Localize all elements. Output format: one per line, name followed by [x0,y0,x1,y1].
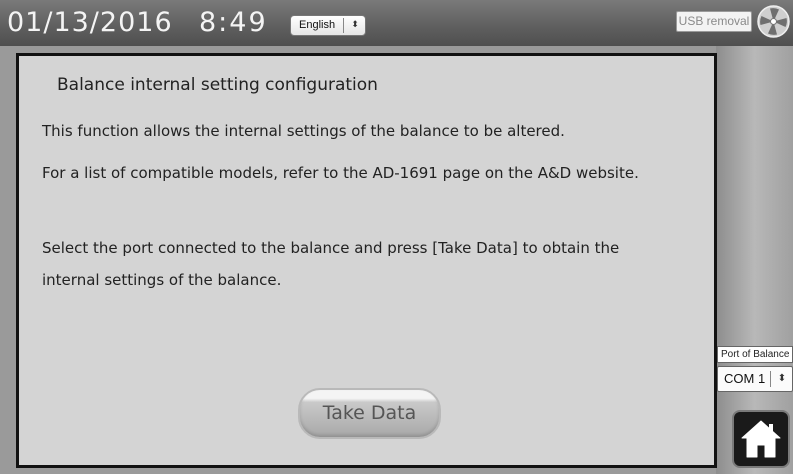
description-line-1: This function allows the internal settin… [42,122,565,140]
port-select-value: COM 1 [724,371,766,386]
language-select-value: English [299,19,336,31]
usb-removal-button[interactable]: USB removal [676,11,752,32]
description-line-2: For a list of compatible models, refer t… [42,164,639,182]
language-select[interactable]: English ⬍ [290,15,366,36]
port-select-divider [770,371,771,387]
take-data-label: Take Data [322,402,417,424]
port-select[interactable]: COM 1 ⬍ [717,366,793,392]
language-select-divider [343,18,344,33]
updown-arrows-icon: ⬍ [777,373,787,384]
instruction-line-1: Select the port connected to the balance… [42,239,620,257]
date-display: 01/13/2016 [7,7,173,38]
panel-title: Balance internal setting configuration [57,75,378,95]
updown-arrows-icon: ⬍ [351,20,359,30]
instruction-line-2: internal settings of the balance. [42,271,282,289]
top-bar: 01/13/2016 8:49 English ⬍ USB removal [0,0,793,46]
time-display: 8:49 [199,7,268,38]
home-button[interactable] [732,410,790,468]
settings-panel: Balance internal setting configuration T… [16,53,717,468]
home-icon [738,416,784,462]
port-of-balance-label: Port of Balance [717,346,793,363]
take-data-button[interactable]: Take Data [298,388,441,439]
usb-fan-icon[interactable] [757,5,790,38]
